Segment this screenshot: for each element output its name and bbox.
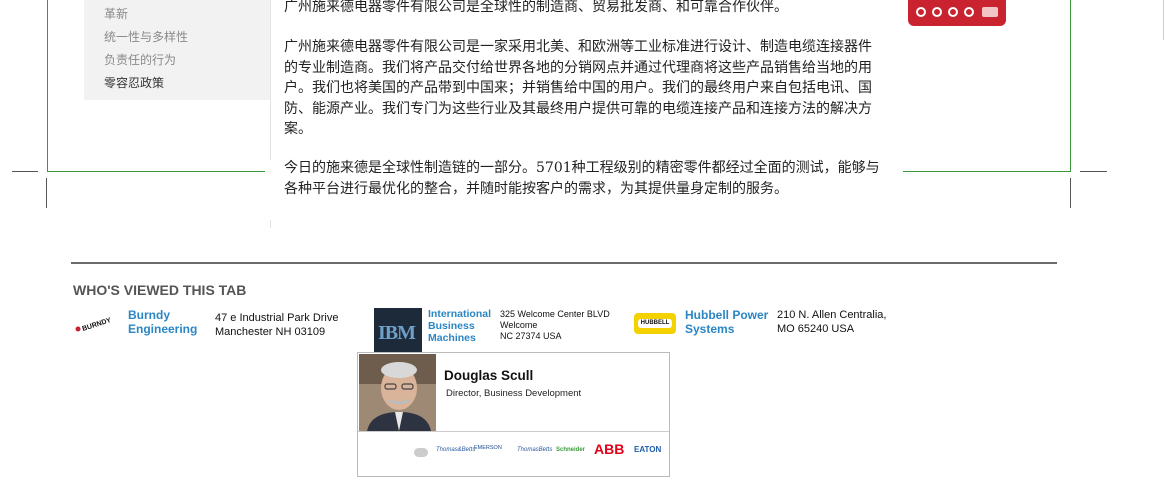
sidebar: 革新 统一性与多样性 负责任的行为 零容忍政策 xyxy=(84,0,270,100)
frame-line-left xyxy=(12,171,38,172)
badge-dot-icon xyxy=(932,7,942,17)
burndy-logo-icon: BURNDY xyxy=(75,317,112,333)
frame-vertical-right xyxy=(1070,178,1071,208)
badge-dot-icon xyxy=(948,7,958,17)
company-card-burndy[interactable]: BURNDY Burndy Engineering 47 e Industria… xyxy=(74,308,364,344)
eaton-logo: EATON xyxy=(634,445,662,454)
partner-logo-icon xyxy=(414,448,428,457)
intro-paragraph: 广州施来德电器零件有限公司是全球性的制造商、贸易批发商、和可靠合作伙伴。 xyxy=(284,0,788,15)
company-card-ibm[interactable]: IBM International Business Machines 325 … xyxy=(374,308,624,352)
emerson-logo: EMERSON xyxy=(474,445,502,451)
section-divider xyxy=(71,262,1057,264)
thomas-betts-logo: Thomas&Betts xyxy=(436,447,476,453)
badge-mark-icon xyxy=(982,7,998,17)
badge-dot-icon xyxy=(964,7,974,17)
page-edge-line xyxy=(1163,0,1164,40)
popup-divider xyxy=(358,431,669,432)
schneider-logo: Schneider xyxy=(556,447,586,453)
contact-name[interactable]: Douglas Scull xyxy=(444,368,533,383)
manufacturing-paragraph: 今日的施来德是全球性制造链的一部分。5701种工程级别的精密零件都经过全面的测试… xyxy=(284,160,880,197)
company-address: 210 N. Allen Centralia, MO 65240 USA xyxy=(777,309,887,335)
sidebar-item-responsible-behavior[interactable]: 负责任的行为 xyxy=(104,51,176,68)
frame-line-right xyxy=(1080,171,1107,172)
company-address: 325 Welcome Center BLVD Welcome NC 27374… xyxy=(500,309,610,341)
company-name[interactable]: International Business Machines xyxy=(428,308,491,344)
contact-title: Director, Business Development xyxy=(446,388,582,399)
section-title: WHO'S VIEWED THIS TAB xyxy=(73,282,247,298)
badge-dot-icon xyxy=(916,7,926,17)
company-name[interactable]: Hubbell Power Systems xyxy=(685,308,768,336)
sidebar-item-unity-diversity[interactable]: 统一性与多样性 xyxy=(104,28,188,45)
sidebar-item-innovation[interactable]: 革新 xyxy=(104,5,128,22)
company-card-hubbell[interactable]: HUBBELL Hubbell Power Systems 210 N. All… xyxy=(634,308,904,344)
ibm-logo-icon: IBM xyxy=(374,308,422,352)
company-address: 47 e Industrial Park Drive Manchester NH… xyxy=(215,312,339,338)
company-description-paragraph: 广州施来德电器零件有限公司是一家采用北美、和欧洲等工业标准进行设计、制造电缆连接… xyxy=(284,39,872,137)
company-name[interactable]: Burndy Engineering xyxy=(128,308,197,336)
contact-popup: Douglas Scull Director, Business Develop… xyxy=(357,352,670,477)
thomasbetts-logo: ThomasBetts xyxy=(517,447,553,453)
contact-photo xyxy=(359,354,436,431)
hubbell-logo-icon: HUBBELL xyxy=(634,313,676,334)
person-avatar-icon xyxy=(359,354,436,431)
certification-badge xyxy=(908,0,1006,26)
sidebar-item-zero-tolerance[interactable]: 零容忍政策 xyxy=(104,74,164,91)
burndy-logo-text: BURNDY xyxy=(81,317,112,333)
partner-logos: Thomas&Betts EMERSON ThomasBetts Schneid… xyxy=(414,441,664,461)
frame-vertical-left xyxy=(46,178,47,208)
abb-logo: ABB xyxy=(594,441,625,457)
